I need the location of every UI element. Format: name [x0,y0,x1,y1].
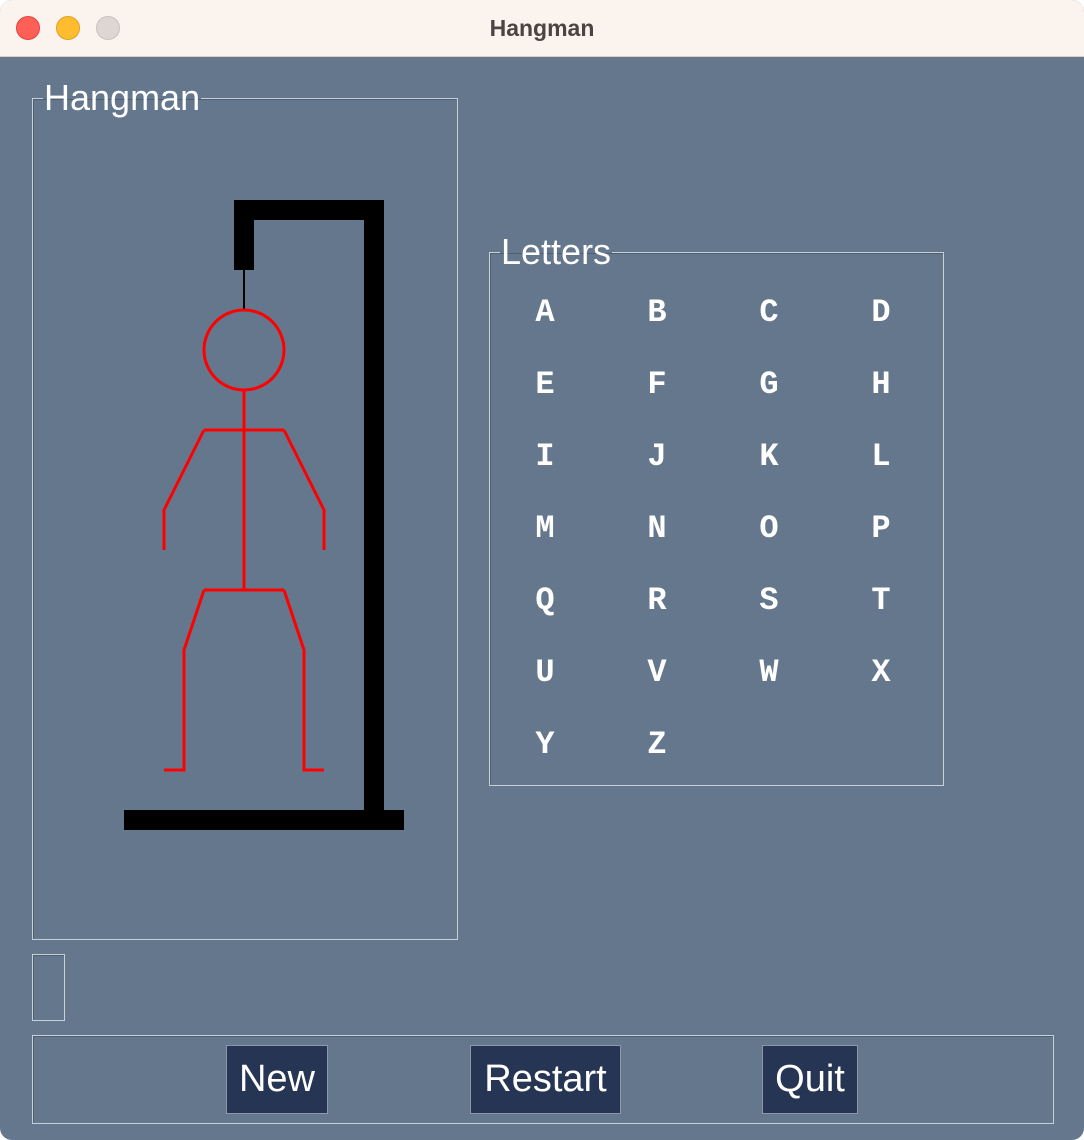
figure-right-leg [282,589,324,772]
letter-button[interactable]: I [515,437,575,477]
quit-button[interactable]: Quit [762,1045,858,1114]
letter-button[interactable]: L [851,437,911,477]
letter-button[interactable]: W [739,653,799,693]
letter-button[interactable]: C [739,293,799,333]
letter-button[interactable]: B [627,293,687,333]
letter-button[interactable]: P [851,509,911,549]
figure-head [202,308,286,392]
letter-button[interactable]: O [739,509,799,549]
letter-button[interactable]: K [739,437,799,477]
hangman-drawing [124,200,404,830]
figure-right-arm [282,429,326,550]
letter-button[interactable]: R [627,581,687,621]
gallows [124,200,404,830]
figure-left-arm [162,429,206,550]
letter-button[interactable]: H [851,365,911,405]
status-message [32,954,65,1021]
figure-left-leg [164,589,206,772]
letter-button[interactable]: X [851,653,911,693]
letter-button[interactable]: N [627,509,687,549]
window-title: Hangman [489,15,595,41]
letter-button[interactable]: Q [515,581,575,621]
letter-button[interactable]: M [515,509,575,549]
app-window: Hangman Hangman Letters ABCDEFGHIJKLMNOP… [0,0,1084,1140]
new-game-button[interactable]: New [226,1045,328,1114]
letter-button[interactable]: A [515,293,575,333]
letter-button[interactable]: Y [515,725,575,765]
letter-button[interactable]: U [515,653,575,693]
title-bar[interactable]: Hangman [0,0,1084,57]
letter-button[interactable]: T [851,581,911,621]
gallows-base [124,810,404,830]
stick-figure [162,308,326,772]
letter-button[interactable]: E [515,365,575,405]
letter-button[interactable]: Z [627,725,687,765]
letter-button[interactable]: S [739,581,799,621]
letter-button[interactable]: J [627,437,687,477]
gallows-beam [234,200,384,220]
gallows-post [364,200,384,820]
gallows-arm [234,200,254,270]
letter-button[interactable]: G [739,365,799,405]
letter-button[interactable]: D [851,293,911,333]
letter-button[interactable]: F [627,365,687,405]
restart-button[interactable]: Restart [470,1045,621,1114]
letters-panel-label: Letters [501,231,612,272]
letter-button[interactable]: V [627,653,687,693]
